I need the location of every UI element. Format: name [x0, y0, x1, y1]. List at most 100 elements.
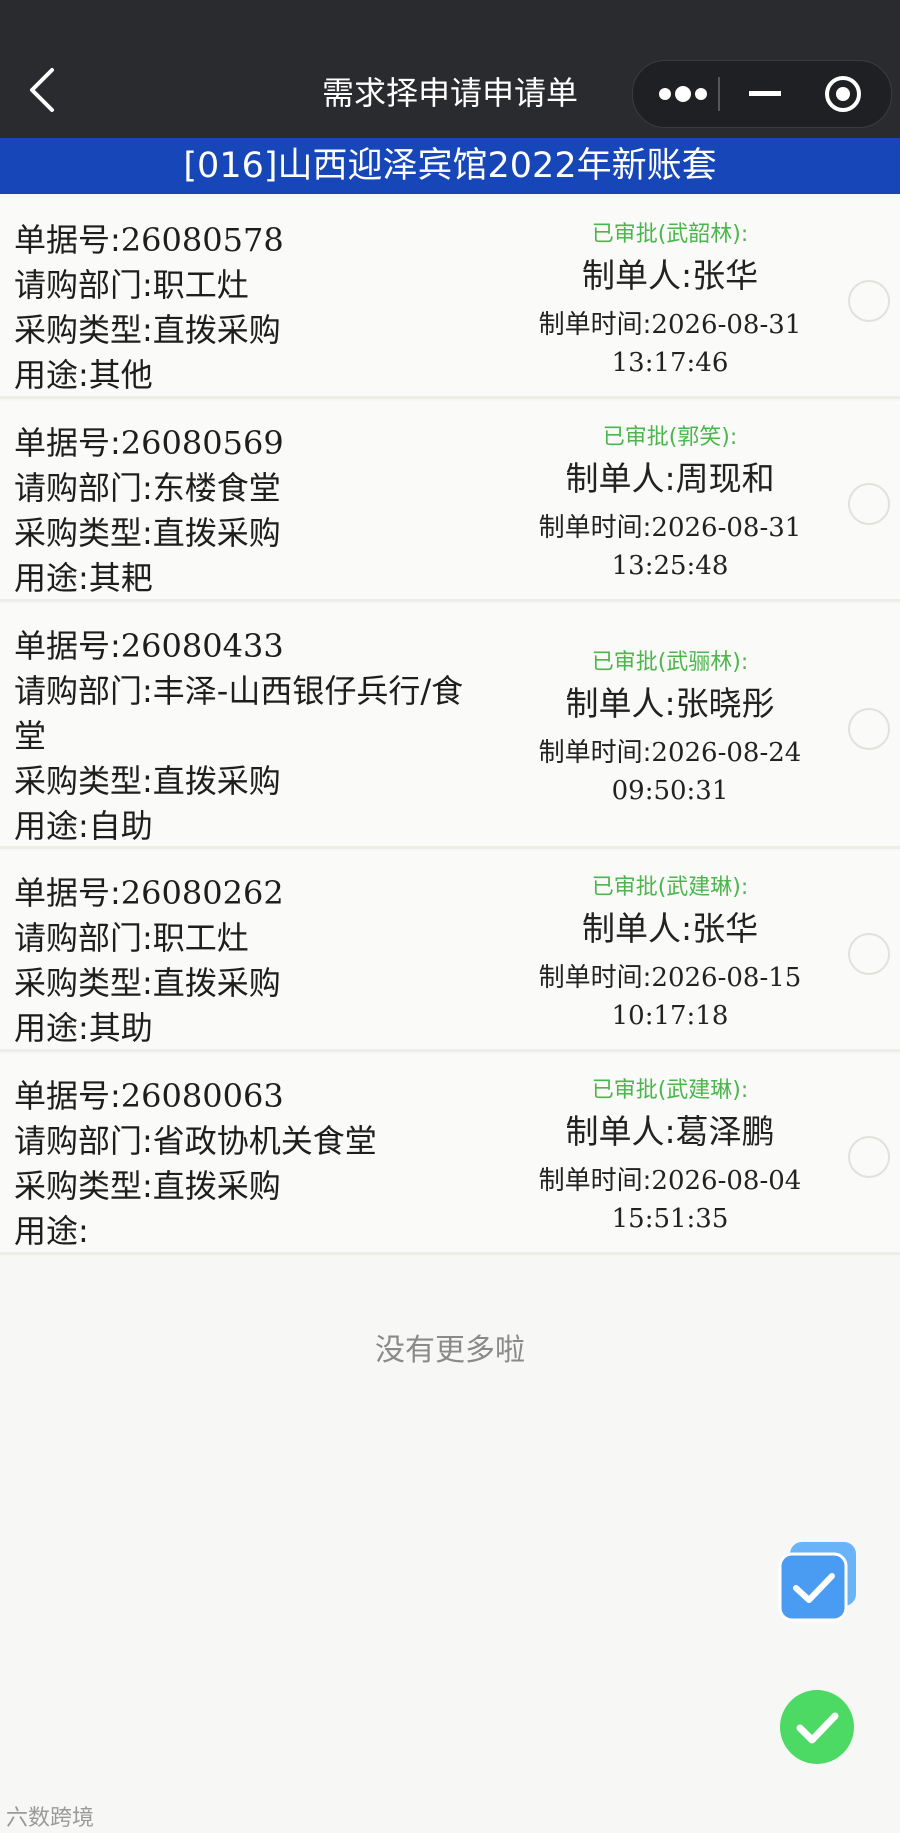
purchase-type: 采购类型:直拨采购: [14, 961, 494, 1006]
purchase-type: 采购类型:直拨采购: [14, 511, 494, 556]
usage: 用途:其助: [14, 1006, 494, 1051]
confirm-button[interactable]: [778, 1688, 856, 1766]
close-circle-icon: [825, 76, 861, 112]
dept-label: 请购部门:: [14, 266, 153, 304]
doc-number-value: 26080262: [120, 874, 284, 912]
nav-bar: 需求择申请申请单: [0, 0, 900, 138]
doc-number: 单据号:26080063: [14, 1074, 494, 1119]
dept: 请购部门:职工灶: [14, 916, 494, 961]
list-item[interactable]: 单据号:26080569 请购部门:东楼食堂 采购类型:直拨采购 用途:其耙 已…: [0, 401, 900, 602]
type-value: 直拨采购: [152, 1167, 281, 1205]
capsule-divider: [718, 77, 720, 111]
maker-label: 制单人:: [565, 459, 676, 498]
row-info: 单据号:26080433 请购部门:丰泽-山西银仔兵行/食堂 采购类型:直拨采购…: [14, 624, 494, 849]
usage: 用途:其耙: [14, 556, 494, 601]
doc-number: 单据号:26080569: [14, 421, 494, 466]
doc-number: 单据号:26080578: [14, 218, 494, 263]
doc-number-value: 26080063: [120, 1077, 284, 1115]
type-value: 直拨采购: [152, 514, 281, 552]
check-icon: [780, 1690, 854, 1764]
select-radio[interactable]: [848, 708, 890, 750]
row-meta: 已审批(郭笑): 制单人:周现和 制单时间:2026-08-31 13:25:48: [505, 423, 835, 585]
purchase-type: 采购类型:直拨采购: [14, 1164, 494, 1209]
create-time: 制单时间:2026-08-31 13:25:48: [505, 509, 835, 585]
type-label: 采购类型:: [14, 964, 153, 1002]
select-radio[interactable]: [848, 280, 890, 322]
list-item[interactable]: 单据号:26080578 请购部门:职工灶 采购类型:直拨采购 用途:其他 已审…: [0, 198, 900, 399]
type-label: 采购类型:: [14, 1167, 153, 1205]
batch-select-button[interactable]: [776, 1540, 860, 1624]
usage: 用途:自助: [14, 804, 494, 849]
doc-number-label: 单据号:: [14, 221, 121, 259]
use-label: 用途:: [14, 559, 89, 597]
use-value: 其他: [88, 356, 153, 394]
create-time: 制单时间:2026-08-24 09:50:31: [505, 734, 835, 810]
use-value: 其助: [88, 1009, 153, 1047]
use-label: 用途:: [14, 807, 89, 845]
select-radio[interactable]: [848, 1136, 890, 1178]
dept-value: 职工灶: [152, 919, 249, 957]
doc-number: 单据号:26080433: [14, 624, 494, 669]
time-date: 2026-08-31: [651, 310, 802, 340]
create-time: 制单时间:2026-08-15 10:17:18: [505, 959, 835, 1035]
time-clock: 10:17:18: [611, 1001, 729, 1031]
time-date: 2026-08-31: [651, 513, 802, 543]
maker-value: 张晓彤: [675, 684, 775, 723]
maker: 制单人:张华: [505, 905, 835, 953]
dept-value: 东楼食堂: [152, 469, 281, 507]
type-label: 采购类型:: [14, 311, 153, 349]
dept: 请购部门:省政协机关食堂: [14, 1119, 494, 1164]
purchase-type: 采购类型:直拨采购: [14, 308, 494, 353]
approval-status: 已审批(郭笑):: [602, 425, 738, 450]
time-date: 2026-08-04: [651, 1166, 802, 1196]
row-meta: 已审批(武建琳): 制单人:张华 制单时间:2026-08-15 10:17:18: [505, 873, 835, 1035]
maker-value: 周现和: [675, 459, 775, 498]
more-button[interactable]: [643, 61, 723, 127]
list-item[interactable]: 单据号:26080063 请购部门:省政协机关食堂 采购类型:直拨采购 用途: …: [0, 1054, 900, 1255]
create-time: 制单时间:2026-08-04 15:51:35: [505, 1162, 835, 1238]
row-info: 单据号:26080569 请购部门:东楼食堂 采购类型:直拨采购 用途:其耙: [14, 421, 494, 601]
row-meta: 已审批(武骊林): 制单人:张晓彤 制单时间:2026-08-24 09:50:3…: [505, 648, 835, 810]
usage: 用途:其他: [14, 353, 494, 398]
dept: 请购部门:丰泽-山西银仔兵行/食堂: [14, 669, 484, 759]
time-label: 制单时间:: [538, 310, 652, 340]
type-label: 采购类型:: [14, 762, 153, 800]
account-banner: [016]山西迎泽宾馆2022年新账套: [0, 138, 900, 194]
create-time: 制单时间:2026-08-31 13:17:46: [505, 306, 835, 382]
mini-program-capsule: [632, 60, 892, 128]
maker-label: 制单人:: [581, 256, 693, 295]
type-value: 直拨采购: [152, 964, 281, 1002]
row-meta: 已审批(武建琳): 制单人:葛泽鹏 制单时间:2026-08-04 15:51:3…: [505, 1076, 835, 1238]
row-info: 单据号:26080578 请购部门:职工灶 采购类型:直拨采购 用途:其他: [14, 218, 494, 398]
use-label: 用途:: [14, 1212, 89, 1250]
no-more-text: 没有更多啦: [375, 1333, 525, 1368]
purchase-type: 采购类型:直拨采购: [14, 759, 494, 804]
doc-number-value: 26080569: [120, 424, 284, 462]
doc-number-label: 单据号:: [14, 627, 121, 665]
select-radio[interactable]: [848, 483, 890, 525]
use-value: 其耙: [88, 559, 153, 597]
minimize-button[interactable]: [725, 61, 805, 127]
type-value: 直拨采购: [152, 762, 281, 800]
dept: 请购部门:职工灶: [14, 263, 494, 308]
usage: 用途:: [14, 1209, 494, 1254]
time-date: 2026-08-24: [651, 738, 802, 768]
time-clock: 09:50:31: [611, 776, 729, 806]
doc-number: 单据号:26080262: [14, 871, 494, 916]
approval-status: 已审批(武韶林):: [591, 222, 749, 247]
approval-status: 已审批(武建琳):: [591, 1078, 749, 1103]
use-label: 用途:: [14, 1009, 89, 1047]
use-value: 自助: [88, 807, 153, 845]
list-item[interactable]: 单据号:26080262 请购部门:职工灶 采购类型:直拨采购 用途:其助 已审…: [0, 851, 900, 1052]
minimize-icon: [749, 91, 781, 96]
select-radio[interactable]: [848, 933, 890, 975]
request-list: 单据号:26080578 请购部门:职工灶 采购类型:直拨采购 用途:其他 已审…: [0, 198, 900, 1257]
dept-label: 请购部门:: [14, 469, 153, 507]
time-date: 2026-08-15: [651, 963, 802, 993]
close-button[interactable]: [803, 61, 883, 127]
doc-number-label: 单据号:: [14, 874, 121, 912]
doc-number-value: 26080433: [120, 627, 284, 665]
row-info: 单据号:26080063 请购部门:省政协机关食堂 采购类型:直拨采购 用途:: [14, 1074, 494, 1254]
list-item[interactable]: 单据号:26080433 请购部门:丰泽-山西银仔兵行/食堂 采购类型:直拨采购…: [0, 604, 900, 849]
row-info: 单据号:26080262 请购部门:职工灶 采购类型:直拨采购 用途:其助: [14, 871, 494, 1051]
